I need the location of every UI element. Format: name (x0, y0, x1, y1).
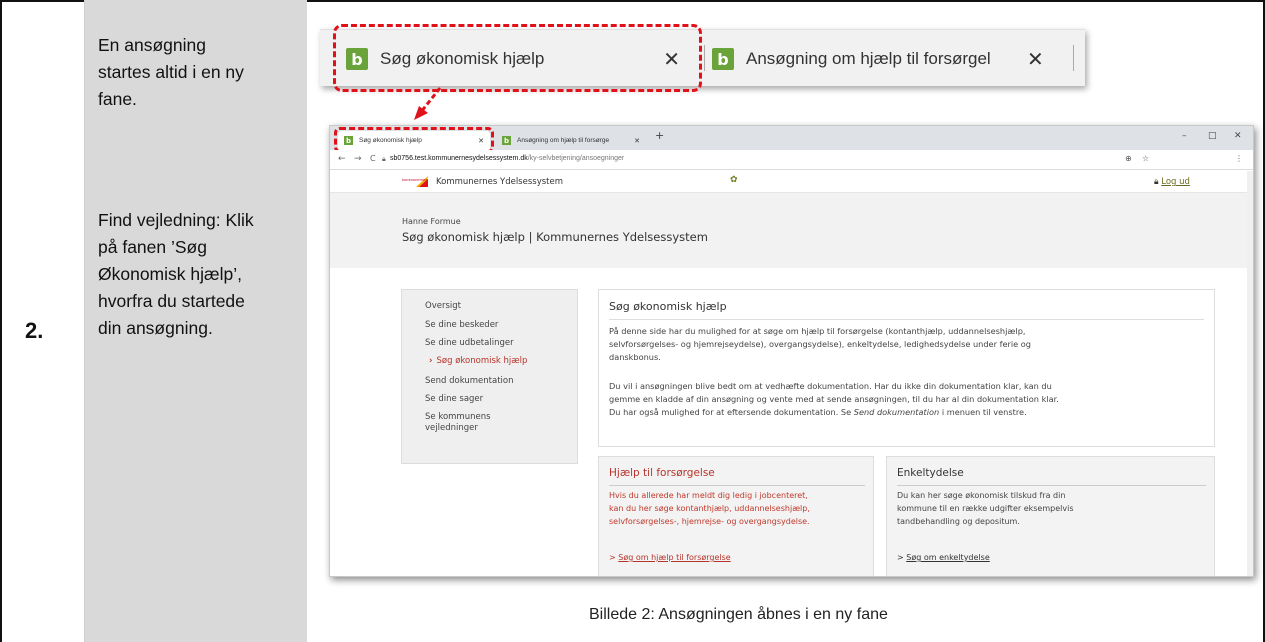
logo-text: kommunernes (402, 177, 427, 182)
zoom-icon[interactable]: ⊕ (1125, 154, 1132, 163)
zoom-tab-inactive[interactable]: b Ansøgning om hjælp til forsørgel ✕ (712, 39, 1070, 79)
browser-window: b Søg økonomisk hjælp ✕ b Ansøgning om h… (329, 125, 1254, 577)
browser-tab-title: Ansøgning om hjælp til forsørge (517, 137, 610, 144)
text-line: selvforsørgelses- og hjemrejseydelse), o… (609, 339, 1031, 349)
card-text: Du kan her søge økonomisk tilskud fra di… (897, 489, 1073, 528)
chevron-right-icon: › (429, 356, 433, 366)
card-enkeltydelse: Enkeltydelse Du kan her søge økonomisk t… (886, 456, 1215, 576)
text-line: Du har også mulighed for at eftersende d… (609, 406, 1209, 419)
intro-title: Søg økonomisk hjælp (609, 300, 727, 313)
sidebar-item-vejledninger-line2[interactable]: vejledninger (425, 423, 478, 434)
web-page: kommunernes Kommunernes Ydelsessystem ✿ … (330, 171, 1247, 576)
sidebar-item-soeg-hjaelp[interactable]: › Søg økonomisk hjælp (429, 356, 527, 367)
text-line: kommune til en række udgifter eksempelvi… (897, 504, 1074, 513)
highlight-outline (333, 24, 702, 92)
link-arrow: > (609, 553, 616, 562)
intro-panel: Søg økonomisk hjælp På denne side har du… (598, 289, 1215, 447)
table-border-left (0, 0, 2, 642)
logout-label: Log ud (1161, 177, 1190, 187)
pointer-arrow-icon (414, 87, 442, 120)
zoom-tab-title: Ansøgning om hjælp til forsørgel (746, 49, 991, 68)
card-title: Hjælp til forsørgelse (609, 467, 715, 479)
text-line: danskbonus. (609, 352, 661, 362)
divider (897, 485, 1206, 486)
logout-button[interactable]: 🔒︎ Log ud (1154, 177, 1190, 187)
instruction-column: En ansøgning startes altid i en ny fane.… (85, 0, 307, 642)
user-name: Hanne Formue (402, 217, 461, 226)
figure-caption: Billede 2: Ansøgningen åbnes i en ny fan… (589, 606, 888, 623)
sidebar-item-udbetalinger[interactable]: Se dine udbetalinger (425, 338, 514, 349)
link-label: Søg om hjælp til forsørgelse (618, 553, 731, 562)
sidebar-item-dokumentation[interactable]: Send dokumentation (425, 376, 513, 387)
sidebar-item-label: Søg økonomisk hjælp (436, 356, 528, 366)
text-line: På denne side har du mulighed for at søg… (609, 326, 1026, 336)
step-number: 2. (25, 318, 44, 343)
url-field[interactable]: sb0756.test.kommunernesydelsessystem.dk/… (390, 155, 624, 162)
sidebar-item-oversigt[interactable]: Oversigt (425, 301, 461, 312)
b-logo-icon: b (712, 48, 734, 70)
scrollbar[interactable] (1247, 171, 1253, 576)
text-span: Du har også mulighed for at eftersende d… (609, 407, 854, 417)
text-line: kan du her søge kontanthjælp, uddannelse… (609, 504, 810, 513)
instruction-text-2: Find vejledning: Klik på fanen ’Søg Økon… (98, 210, 254, 338)
divider (609, 319, 1204, 320)
send-documentation-reference: Send dokumentation (853, 407, 940, 417)
tab-divider (704, 45, 705, 71)
star-icon[interactable]: ☆ (1142, 154, 1149, 163)
close-icon[interactable]: ✕ (1027, 47, 1044, 71)
link-arrow: > (897, 553, 904, 562)
lock-icon: 🔒︎ (382, 155, 386, 163)
close-icon[interactable]: ✕ (634, 137, 640, 145)
url-host: sb0756.test.kommunernesydelsessystem.dk (390, 155, 528, 162)
intro-paragraph-1: På denne side har du mulighed for at søg… (609, 325, 1169, 364)
card-forsoergelse: Hjælp til forsørgelse Hvis du allerede h… (598, 456, 874, 576)
sidebar-item-sager[interactable]: Se dine sager (425, 394, 483, 405)
text-line: Hvis du allerede har meldt dig ledig i j… (609, 491, 808, 500)
text-line: Du kan her søge økonomisk tilskud fra di… (897, 491, 1066, 500)
site-header: kommunernes Kommunernes Ydelsessystem ✿ … (330, 171, 1247, 193)
text-span: i menuen til venstre. (939, 407, 1027, 417)
minimize-icon[interactable]: – (1182, 131, 1187, 141)
divider (609, 485, 865, 486)
sidebar-item-vejledninger[interactable]: Se kommunens (425, 412, 491, 423)
site-name: Kommunernes Ydelsessystem (436, 177, 564, 187)
menu-icon[interactable]: ⋮ (1235, 154, 1243, 163)
card-title: Enkeltydelse (897, 467, 964, 479)
municipality-logo: kommunernes (402, 176, 428, 187)
forward-icon[interactable]: → (354, 154, 362, 164)
close-icon[interactable]: ✕ (1234, 131, 1242, 141)
card-text: Hvis du allerede har meldt dig ledig i j… (609, 489, 810, 528)
reload-icon[interactable]: C (370, 154, 376, 163)
link-soeg-forsoergelse[interactable]: > Søg om hjælp til forsørgelse (609, 553, 731, 562)
text-line: tandbehandling og depositum. (897, 517, 1020, 526)
page-title: Søg økonomisk hjælp | Kommunernes Ydelse… (402, 230, 708, 244)
browser-tab-inactive[interactable]: b Ansøgning om hjælp til forsørge ✕ (496, 131, 646, 150)
side-navigation: Oversigt Se dine beskeder Se dine udbeta… (401, 289, 578, 464)
maximize-icon[interactable]: □ (1208, 131, 1217, 141)
b-logo-icon: b (502, 136, 511, 145)
text-line: Du vil i ansøgningen blive bedt om at ve… (609, 381, 1052, 391)
gear-icon[interactable]: ✿ (730, 175, 738, 185)
text-line: gemme en kladde af din ansøgning og vent… (609, 394, 1059, 404)
instruction-text-1: En ansøgning startes altid i en ny fane. (98, 35, 244, 109)
sidebar-item-beskeder[interactable]: Se dine beskeder (425, 320, 498, 331)
intro-paragraph-2: Du vil i ansøgningen blive bedt om at ve… (609, 380, 1209, 419)
new-tab-icon[interactable]: + (655, 129, 664, 142)
link-soeg-enkeltydelse[interactable]: > Søg om enkeltydelse (897, 553, 990, 562)
tab-divider (1073, 45, 1074, 71)
address-bar: ← → C 🔒︎ sb0756.test.kommunernesydelsess… (330, 150, 1253, 170)
url-path: /ky-selvbetjening/ansoegninger (527, 155, 625, 162)
text-line: selvforsørgelses-, hjemrejse- og overgan… (609, 517, 810, 526)
link-label: Søg om enkeltydelse (906, 553, 990, 562)
back-icon[interactable]: ← (338, 154, 346, 164)
page-header: Hanne Formue Søg økonomisk hjælp | Kommu… (330, 193, 1247, 268)
